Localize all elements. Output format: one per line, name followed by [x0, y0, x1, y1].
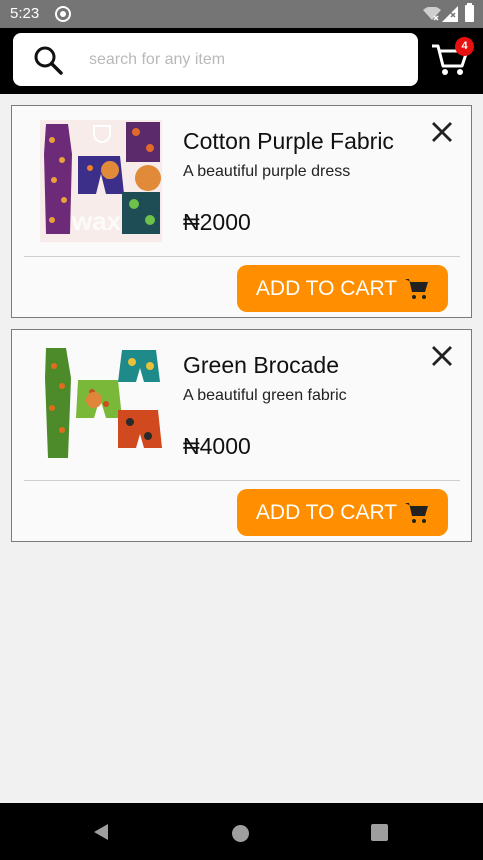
search-icon[interactable]	[33, 45, 63, 75]
recents-icon[interactable]	[371, 824, 388, 841]
product-description: A beautiful green fabric	[183, 387, 347, 404]
cell-signal-icon	[442, 6, 458, 22]
battery-icon	[465, 3, 474, 22]
search-bar[interactable]	[13, 33, 418, 86]
svg-text:wax: wax	[71, 206, 122, 236]
status-bar: 5:23	[0, 0, 483, 28]
add-to-cart-button[interactable]: ADD TO CART	[237, 489, 448, 536]
purple-fabric-product-image: wax	[40, 120, 162, 242]
search-input[interactable]	[89, 46, 399, 74]
product-title: Cotton Purple Fabric	[183, 128, 394, 154]
cart-count-badge: 4	[455, 37, 474, 56]
product-card: Green Brocade A beautiful green fabric ₦…	[11, 329, 472, 542]
close-icon[interactable]	[430, 120, 454, 144]
wifi-icon	[423, 7, 441, 21]
status-time: 5:23	[10, 5, 40, 22]
product-title: Green Brocade	[183, 352, 339, 378]
cart-icon	[405, 502, 429, 523]
add-to-cart-button[interactable]: ADD TO CART	[237, 265, 448, 312]
product-price: ₦4000	[183, 433, 251, 459]
card-divider	[24, 256, 460, 257]
app-header: 4	[0, 28, 483, 94]
system-navigation-bar	[0, 803, 483, 860]
product-list: wax Cotton Purple Fabric A beautiful pur…	[11, 105, 472, 553]
green-fabric-product-image	[40, 344, 162, 466]
app-notification-icon	[55, 6, 71, 22]
close-icon[interactable]	[430, 344, 454, 368]
product-description: A beautiful purple dress	[183, 163, 351, 180]
product-card: wax Cotton Purple Fabric A beautiful pur…	[11, 105, 472, 318]
cart-icon	[405, 278, 429, 299]
home-icon[interactable]	[232, 825, 249, 842]
product-price: ₦2000	[183, 209, 251, 235]
card-divider	[24, 480, 460, 481]
add-to-cart-label: ADD TO CART	[255, 276, 398, 300]
back-icon[interactable]	[92, 823, 110, 841]
add-to-cart-label: ADD TO CART	[255, 500, 398, 524]
